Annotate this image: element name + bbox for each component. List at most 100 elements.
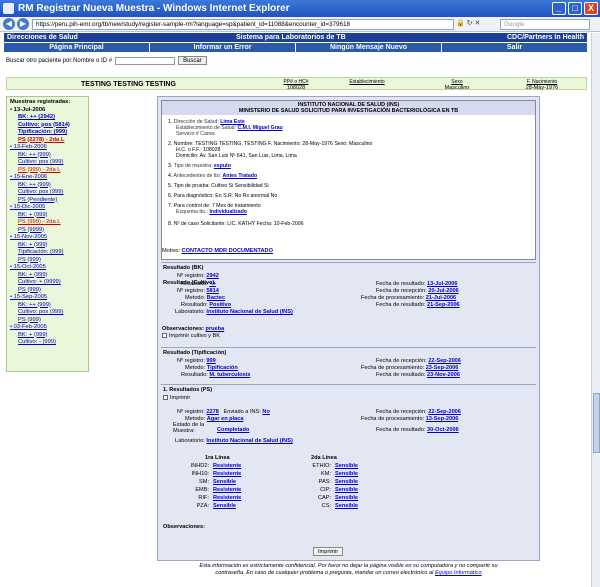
tip-reg-link[interactable]: 999 xyxy=(206,358,215,364)
sample-link[interactable]: Cultivo: + (9999) xyxy=(18,279,61,285)
form-label: Servicio # Cama: xyxy=(176,131,216,137)
partners-label: CDC/Partners In Health xyxy=(506,34,584,41)
sample-link[interactable]: BK: + (999) xyxy=(18,242,47,248)
sample-link[interactable]: PS (9999) xyxy=(18,227,44,233)
sample-link[interactable]: Tipificación: (999) xyxy=(18,249,64,255)
ps-reg-link[interactable]: 2278 xyxy=(206,409,218,415)
form-value[interactable]: Individualizado xyxy=(209,209,246,215)
form-value[interactable]: Antes Tratado xyxy=(223,173,258,179)
form-label: Tipo de muestra: xyxy=(173,163,213,169)
vertical-scrollbar[interactable] xyxy=(591,33,600,587)
drug-result-link[interactable]: Resistente xyxy=(213,487,241,493)
cultivo-date-link[interactable]: 21-Jul-2006 xyxy=(426,295,456,301)
motivo-link[interactable]: CONTACTO MDR DOCUMENTADO xyxy=(182,248,273,254)
form-header-subtitle: MINISTERIO DE SALUD SOLICITUD PARA INVES… xyxy=(238,108,459,114)
sample-link[interactable]: BK: + (999) xyxy=(18,212,47,218)
cultivo-lab-link[interactable]: Instituto Nacional de Salud (INS) xyxy=(206,309,292,315)
patient-search-label: Buscar otro paciente por Nombre o ID # xyxy=(6,57,113,64)
url-input[interactable]: https://peru.pih-emr.org/tb/new/study/re… xyxy=(32,19,454,30)
sample-link[interactable]: BK: + (999) xyxy=(18,272,47,278)
sample-link[interactable]: PS (999) - 2da L xyxy=(18,167,61,173)
sample-link[interactable]: BK: + (999) xyxy=(18,332,47,338)
minimize-button[interactable]: _ xyxy=(552,2,566,15)
ps-date-link[interactable]: 22-Sep-2006 xyxy=(428,409,461,415)
print-cultivo-row[interactable]: Imprimir cultivo y BK xyxy=(162,333,220,339)
sample-link[interactable]: PS (Pendiente) xyxy=(18,197,57,203)
tip-date-link[interactable]: 23-Nov-2006 xyxy=(427,372,460,378)
sample-link[interactable]: PS (999) xyxy=(18,257,41,263)
back-arrow-icon[interactable]: ◀ xyxy=(3,18,15,30)
sample-link[interactable]: Tipificación: (999) xyxy=(18,129,67,135)
sample-date[interactable]: • 13-Jul-2006 xyxy=(10,107,85,115)
drug-result-link[interactable]: Sensible xyxy=(335,495,358,501)
browser-search-input[interactable]: Google xyxy=(500,19,590,30)
drug-result-link[interactable]: Sensible xyxy=(335,503,358,509)
sample-link[interactable]: Cultivo: pos (999) xyxy=(18,159,63,165)
drug-result-link[interactable]: Sensible xyxy=(213,479,236,485)
tab-messages[interactable]: Ningún Mensaje Nuevo xyxy=(296,43,442,52)
sample-link[interactable]: PS (999) xyxy=(18,287,41,293)
form-value[interactable]: C.M.I. Miguel Grau xyxy=(237,125,282,131)
cultivo-date-link[interactable]: 21-Sep-2006 xyxy=(427,302,460,308)
sample-link[interactable]: Cultivo: pos (5814) xyxy=(18,122,70,128)
obs-link[interactable]: prueba xyxy=(206,326,225,332)
drug-result-link[interactable]: Sensible xyxy=(335,479,358,485)
lock-refresh-stop-icons[interactable]: 🔒 ↻ ✕ xyxy=(456,19,480,27)
tab-report-error[interactable]: Informar un Error xyxy=(150,43,296,52)
ps-ins-link[interactable]: No xyxy=(262,409,269,415)
ps-date-link[interactable]: 30-Oct-2006 xyxy=(427,427,459,433)
sample-link[interactable]: PS (999) - 2da L xyxy=(18,219,61,225)
ps-date-link[interactable]: 13-Sep-2006 xyxy=(426,416,459,422)
print-ps-checkbox[interactable] xyxy=(163,395,168,401)
sample-date[interactable]: • 15-Nov-2005 xyxy=(10,234,85,242)
cultivo-reg-link[interactable]: 5814 xyxy=(206,288,218,294)
close-button[interactable]: X xyxy=(584,2,598,15)
drug-result-link[interactable]: Sensible xyxy=(335,471,358,477)
sample-date[interactable]: • 15-Dic-2005 xyxy=(10,204,85,212)
drug-result-link[interactable]: Resistente xyxy=(213,495,241,501)
sample-date[interactable]: • 15-Sep-2005 xyxy=(10,294,85,302)
cultivo-method-link[interactable]: Bactec xyxy=(207,295,225,301)
sample-link[interactable]: Cultivo: pos (999) xyxy=(18,309,63,315)
patient-search-input[interactable] xyxy=(115,56,176,65)
form-value[interactable]: esputo xyxy=(214,163,231,169)
sample-date[interactable]: • 03-Feb-2005 xyxy=(10,324,85,332)
direcciones-link[interactable]: Direcciones de Salud xyxy=(7,33,78,42)
drug-result-link[interactable]: Sensible xyxy=(335,487,358,493)
scrollbar-thumb[interactable] xyxy=(593,393,600,453)
patient-search-button[interactable]: Buscar xyxy=(178,56,207,65)
print-cultivo-checkbox[interactable] xyxy=(162,333,167,339)
drug-result-link[interactable]: Sensible xyxy=(335,463,358,469)
ps-estado-link[interactable]: Completado xyxy=(217,427,249,433)
print-ps-row[interactable]: Imprimir xyxy=(163,395,190,401)
sample-link[interactable]: Cultivo: pos (999) xyxy=(18,189,63,195)
sample-link[interactable]: BK: ++ (999) xyxy=(18,152,51,158)
drug-result-link[interactable]: Resistente xyxy=(213,471,241,477)
sample-date[interactable]: • 13-Feb-2006 xyxy=(10,144,85,152)
sample-link[interactable]: BK: ++ (999) xyxy=(18,302,51,308)
maximize-button[interactable]: □ xyxy=(568,2,582,15)
cultivo-result-link[interactable]: Positivo xyxy=(209,302,231,308)
it-team-link[interactable]: Equipo Informático xyxy=(435,570,482,576)
cultivo-date-link[interactable]: 20-Jul-2006 xyxy=(428,288,458,294)
sample-date[interactable]: • 15-Ene-2006 xyxy=(10,174,85,182)
tab-logout[interactable]: Salir xyxy=(442,43,587,52)
tip-result-link[interactable]: M. tuberculosis xyxy=(209,372,250,378)
sample-link[interactable]: BK: ++ (2942) xyxy=(18,114,55,120)
ps-method-link[interactable]: Agar en placa xyxy=(207,416,244,422)
tip-date-link[interactable]: 23-Sep-2006 xyxy=(426,365,459,371)
ps-lab-link[interactable]: Instituto Nacional de Salud (INS) xyxy=(206,438,292,444)
sample-link[interactable]: Cultivo: - (999) xyxy=(18,339,56,345)
drug-result-link[interactable]: Sensible xyxy=(213,503,236,509)
sample-date[interactable]: • 15-Oct-2005 xyxy=(10,264,85,272)
sample-link[interactable]: PS (999) xyxy=(18,317,41,323)
forward-arrow-icon[interactable]: ▶ xyxy=(17,18,29,30)
sample-link[interactable]: PS (2278) - 2da L xyxy=(18,137,64,143)
tab-home[interactable]: Página Principal xyxy=(4,43,150,52)
tip-method-link[interactable]: Tipificación xyxy=(207,365,238,371)
sample-link[interactable]: BK: ++ (999) xyxy=(18,182,51,188)
address-bar: ◀ ▶ https://peru.pih-emr.org/tb/new/stud… xyxy=(0,17,600,32)
drug-result-link[interactable]: Resistente xyxy=(213,463,241,469)
print-button[interactable]: Imprimir xyxy=(313,547,344,556)
tip-date-link[interactable]: 22-Sep-2006 xyxy=(428,358,461,364)
